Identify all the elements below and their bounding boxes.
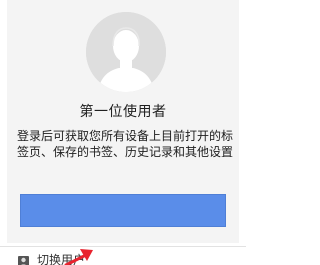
user-name: 第一位使用者 — [79, 104, 167, 120]
signin-button[interactable] — [20, 194, 226, 227]
person-silhouette-icon — [86, 12, 166, 92]
divider — [0, 246, 246, 247]
avatar[interactable] — [86, 12, 166, 92]
switch-user-label: 切换用户 — [37, 253, 86, 265]
signin-description: 登录后可获取您所有设备上目前打开的标签页、保存的书签、历史记录和其他设置 — [17, 129, 234, 159]
person-icon — [18, 256, 29, 265]
profile-card: 第一位使用者 登录后可获取您所有设备上目前打开的标签页、保存的书签、历史记录和其… — [7, 0, 239, 243]
switch-user-menu-item[interactable]: 切换用户 — [0, 248, 246, 265]
profile-menu-popup: 第一位使用者 登录后可获取您所有设备上目前打开的标签页、保存的书签、历史记录和其… — [0, 0, 246, 265]
